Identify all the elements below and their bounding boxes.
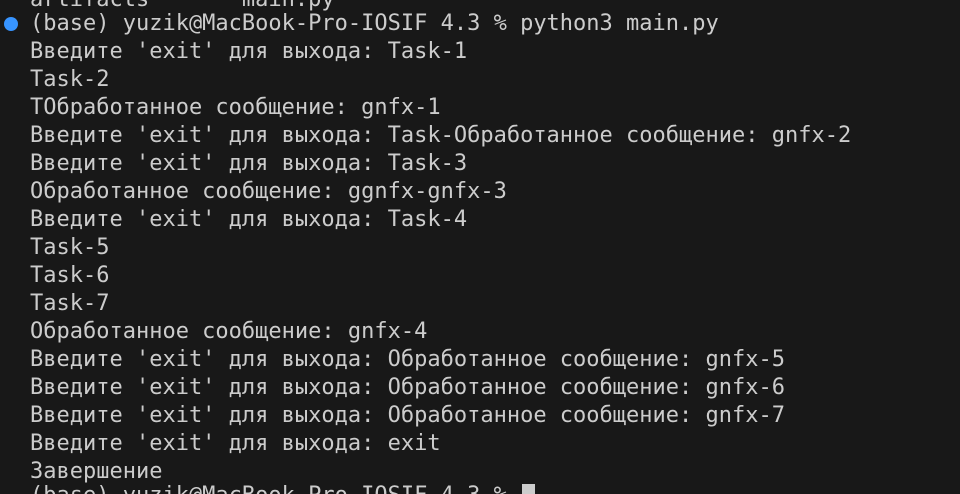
final-prompt-line[interactable]: (base) yuzik@MacBook-Pro-IOSIF 4.3 % [30,482,536,494]
terminal-panel[interactable]: artifacts main.py (base) yuzik@MacBook-P… [0,0,960,494]
output-line: Введите 'exit' для выхода: Обработанное … [30,403,785,428]
output-line: Task-5 [30,235,110,260]
output-line: Введите 'exit' для выхода: Task-4 [30,207,468,232]
output-line: Обработанное сообщение: gnfx-4 [30,319,428,344]
command-status-dot-icon [4,17,18,31]
final-prompt-text: (base) yuzik@MacBook-Pro-IOSIF 4.3 % [30,483,520,494]
output-line: Введите 'exit' для выхода: Обработанное … [30,347,785,372]
output-line: TОбработанное сообщение: gnfx-1 [30,95,441,120]
output-line: Введите 'exit' для выхода: Обработанное … [30,375,785,400]
command-prompt-line: (base) yuzik@MacBook-Pro-IOSIF 4.3 % pyt… [30,11,719,36]
output-line: Введите 'exit' для выхода: Task-1 [30,39,468,64]
output-line: Введите 'exit' для выхода: exit [30,431,441,456]
output-line: Введите 'exit' для выхода: Task-Обработа… [30,123,852,148]
output-line: Task-7 [30,291,110,316]
output-line: Task-6 [30,263,110,288]
text-cursor [522,484,536,494]
output-line: Введите 'exit' для выхода: Task-3 [30,151,468,176]
output-line: Task-2 [30,67,110,92]
output-line: Обработанное сообщение: ggnfx-gnfx-3 [30,179,507,204]
